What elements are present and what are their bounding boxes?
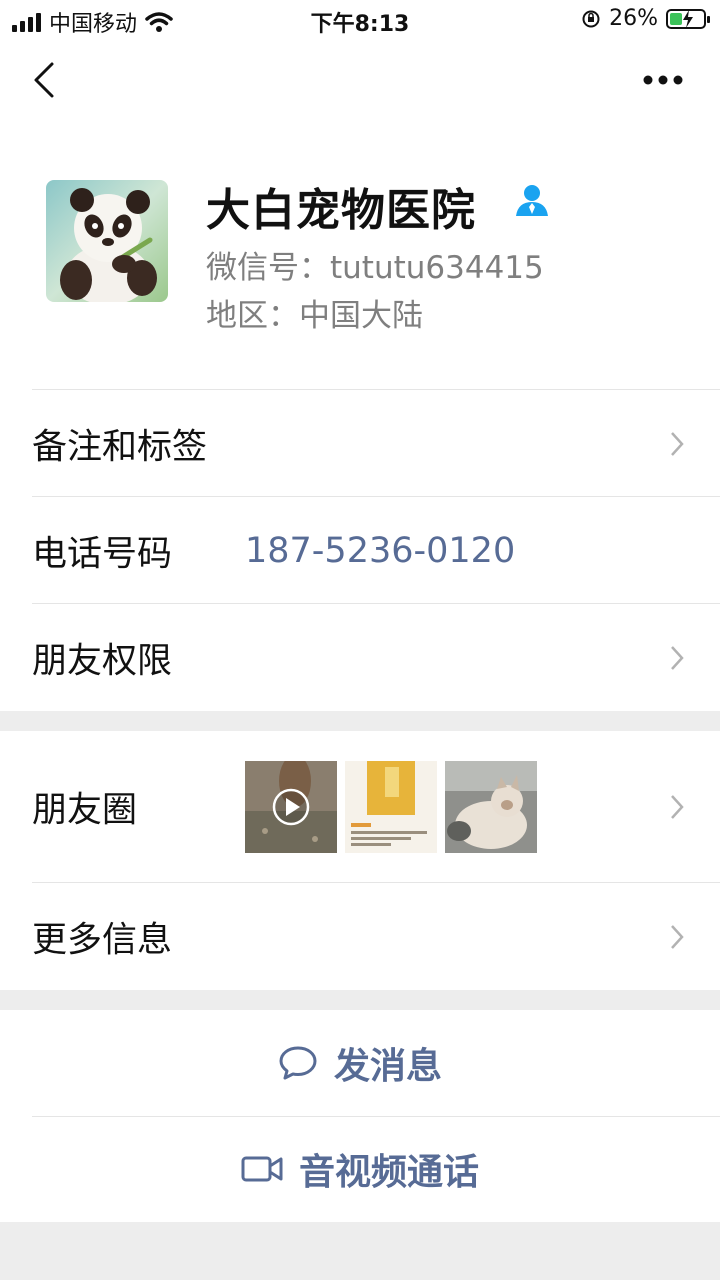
video-camera-icon (241, 1156, 283, 1182)
status-bar: 中国移动 下午8:13 26% (0, 0, 720, 40)
moment-thumb-cat[interactable] (445, 761, 537, 853)
av-call-label: 音视频通话 (298, 1152, 479, 1193)
moments-label: 朋友圈 (32, 790, 138, 831)
user-badge-icon (516, 185, 548, 216)
contact-info-group: 备注和标签 电话号码 187-5236-0120 朋友权限 (0, 390, 720, 711)
chat-bubble-icon (279, 1046, 317, 1080)
chevron-right-icon (671, 431, 684, 456)
chevron-right-icon (671, 795, 684, 819)
chevron-right-icon (671, 924, 684, 949)
more-icon[interactable] (642, 70, 692, 90)
moment-thumb-post[interactable] (345, 761, 437, 853)
profile-card: 大白宠物医院 微信号：tututu634415 地区：中国大陆 (0, 130, 720, 390)
battery-icon (666, 8, 710, 29)
actions-group: 发消息 音视频通话 (0, 1010, 720, 1222)
moments-cell[interactable]: 朋友圈 (0, 731, 720, 883)
status-right: 26% (581, 6, 710, 31)
send-message-button[interactable]: 发消息 (0, 1010, 720, 1116)
region: 地区：中国大陆 (206, 298, 423, 334)
nav-bar (0, 40, 720, 130)
moment-thumb-video[interactable] (245, 761, 337, 853)
chevron-right-icon (671, 645, 684, 670)
rotation-lock-icon (582, 10, 600, 27)
moments-thumbnails (245, 761, 537, 853)
more-info-label: 更多信息 (32, 920, 173, 960)
contact-name: 大白宠物医院 (206, 185, 476, 236)
phone-label: 电话号码 (32, 534, 173, 574)
remarks-label: 备注和标签 (32, 427, 208, 467)
send-message-label: 发消息 (333, 1046, 442, 1087)
more-info-cell[interactable]: 更多信息 (0, 883, 720, 990)
wechat-id: 微信号：tututu634415 (206, 250, 544, 286)
avatar[interactable] (46, 180, 168, 302)
back-arrow-icon[interactable] (28, 60, 68, 100)
permissions-cell[interactable]: 朋友权限 (0, 604, 720, 711)
phone-number-link[interactable]: 187-5236-0120 (245, 531, 515, 571)
phone-cell: 电话号码 187-5236-0120 (0, 497, 720, 604)
remarks-cell[interactable]: 备注和标签 (0, 390, 720, 497)
battery-percent: 26% (609, 6, 658, 31)
moments-group: 朋友圈 更多信息 (0, 731, 720, 990)
permissions-label: 朋友权限 (32, 641, 173, 681)
av-call-button[interactable]: 音视频通话 (0, 1116, 720, 1222)
